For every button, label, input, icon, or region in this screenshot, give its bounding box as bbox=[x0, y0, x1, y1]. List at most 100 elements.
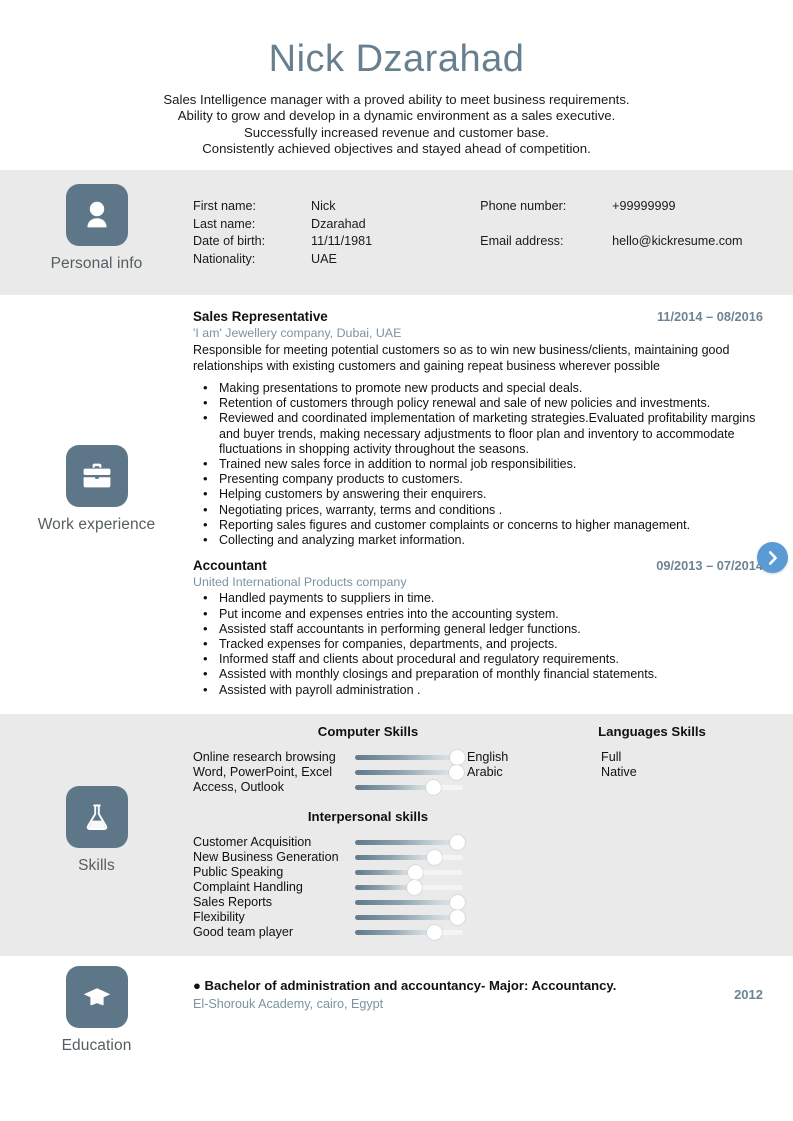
job-bullet: Reporting sales figures and customer com… bbox=[193, 517, 763, 533]
job-date-range: 09/2013 – 07/2014 bbox=[656, 558, 763, 574]
education-school: El-Shorouk Academy, cairo, Egypt bbox=[193, 996, 384, 1011]
language-label: Arabic bbox=[467, 765, 503, 780]
job-bullet: Assisted with payroll administration . bbox=[193, 682, 763, 698]
field-value-nationality: UAE bbox=[311, 251, 337, 266]
interpersonal-skills-list: Customer Acquisition New Business Genera… bbox=[193, 834, 793, 940]
field-value-first-name: Nick bbox=[311, 199, 336, 214]
job-bullet: Collecting and analyzing market informat… bbox=[193, 532, 763, 548]
slider-fill bbox=[355, 899, 458, 906]
skill-level-slider[interactable] bbox=[355, 849, 463, 865]
computer-skills-heading: Computer Skills bbox=[317, 723, 419, 739]
resume-page: Nick Dzarahad Sales Intelligence manager… bbox=[0, 0, 793, 1121]
skill-row: Sales Reports bbox=[193, 894, 793, 910]
field-label-phone-number: Phone number: bbox=[480, 199, 567, 214]
profile-summary: Sales Intelligence manager with a proved… bbox=[0, 92, 793, 158]
field-label-nationality: Nationality: bbox=[193, 251, 256, 266]
slider-knob[interactable] bbox=[426, 779, 442, 795]
slider-knob[interactable] bbox=[450, 749, 466, 765]
slider-knob[interactable] bbox=[407, 864, 423, 880]
skill-row: New Business Generation bbox=[193, 849, 793, 865]
skill-label: Access, Outlook bbox=[193, 780, 284, 795]
field-label-date-of-birth: Date of birth: bbox=[193, 234, 266, 249]
skill-level-slider[interactable] bbox=[355, 779, 463, 795]
skill-label: Flexibility bbox=[193, 910, 245, 925]
person-icon bbox=[65, 184, 128, 247]
sidebar-education: Education bbox=[0, 956, 193, 1055]
language-row: Native bbox=[601, 765, 793, 780]
field-label-first-name: First name: bbox=[193, 199, 256, 214]
field-value-date-of-birth: 11/11/1981 bbox=[311, 234, 373, 249]
interpersonal-skills-heading: Interpersonal skills bbox=[307, 808, 429, 824]
job-bullet: Retention of customers through policy re… bbox=[193, 395, 763, 411]
job-company: 'I am' Jewellery company, Dubai, UAE bbox=[193, 326, 402, 341]
slider-knob[interactable] bbox=[427, 924, 443, 940]
slider-fill bbox=[355, 854, 435, 861]
section-personal-info: Personal info First name: Nick Last name… bbox=[0, 170, 793, 296]
skill-level-slider[interactable] bbox=[355, 834, 466, 850]
language-row: Full bbox=[601, 750, 793, 765]
slider-fill bbox=[355, 839, 458, 846]
field-value-phone-number: +99999999 bbox=[612, 199, 676, 214]
resume-header: Nick Dzarahad Sales Intelligence manager… bbox=[0, 0, 793, 171]
sidebar-skills: Skills bbox=[0, 714, 193, 875]
page-title: Nick Dzarahad bbox=[268, 38, 525, 80]
personal-info-left-fields: First name: Nick Last name: Dzarahad Dat… bbox=[193, 198, 372, 267]
slider-knob[interactable] bbox=[450, 834, 466, 850]
slider-fill bbox=[355, 884, 415, 891]
skill-label: Public Speaking bbox=[193, 865, 284, 880]
field-label-email-address: Email address: bbox=[480, 234, 564, 249]
sidebar-label-personal-info: Personal info bbox=[50, 255, 143, 273]
job-bullet-list: Handled payments to suppliers in time. P… bbox=[193, 590, 763, 698]
work-experience-content: Sales Representative 11/2014 – 08/2016 '… bbox=[193, 295, 793, 714]
skill-level-slider[interactable] bbox=[355, 894, 466, 910]
briefcase-icon bbox=[65, 445, 128, 508]
job-entry: Sales Representative 11/2014 – 08/2016 '… bbox=[193, 309, 763, 548]
skill-row: Access, Outlook bbox=[193, 779, 543, 795]
sidebar-label-work-experience: Work experience bbox=[37, 516, 156, 534]
interpersonal-skills-group: Interpersonal skills Customer Acquisitio… bbox=[193, 809, 793, 940]
education-degree: ● Bachelor of administration and account… bbox=[193, 977, 617, 993]
slider-knob[interactable] bbox=[427, 849, 443, 865]
slider-fill bbox=[355, 929, 435, 936]
slider-knob[interactable] bbox=[450, 894, 466, 910]
education-year: 2012 bbox=[734, 987, 763, 1003]
skill-label: Customer Acquisition bbox=[193, 835, 312, 850]
next-page-button[interactable] bbox=[757, 542, 788, 573]
slider-knob[interactable] bbox=[450, 909, 466, 925]
skill-label: Complaint Handling bbox=[193, 880, 303, 895]
slider-fill bbox=[355, 754, 458, 761]
skill-level-slider[interactable] bbox=[355, 864, 463, 880]
language-skills-group: Languages Skills Full Native bbox=[543, 724, 793, 795]
job-bullet: Assisted staff accountants in performing… bbox=[193, 621, 763, 637]
job-company: United International Products company bbox=[193, 575, 407, 590]
slider-knob[interactable] bbox=[406, 879, 422, 895]
skill-label: Word, PowerPoint, Excel bbox=[193, 765, 333, 780]
skill-level-slider[interactable] bbox=[355, 924, 463, 940]
skill-level-slider[interactable] bbox=[355, 749, 466, 765]
skill-row: Complaint Handling bbox=[193, 879, 793, 895]
skill-row: Customer Acquisition bbox=[193, 834, 793, 850]
skill-label: Online research browsing bbox=[193, 750, 336, 765]
field-value-last-name: Dzarahad bbox=[311, 216, 366, 231]
chevron-right-icon bbox=[768, 550, 777, 565]
education-entry: ● Bachelor of administration and account… bbox=[193, 978, 633, 1012]
education-content: ● Bachelor of administration and account… bbox=[193, 956, 793, 1032]
computer-skills-group: Computer Skills Online research browsing… bbox=[193, 724, 543, 795]
personal-info-right-fields: Phone number: +99999999 Email address: h… bbox=[480, 198, 742, 267]
slider-fill bbox=[355, 769, 457, 776]
flask-icon bbox=[65, 785, 128, 848]
job-entry: Accountant 09/2013 – 07/2014 United Inte… bbox=[193, 558, 763, 697]
job-bullet: Put income and expenses entries into the… bbox=[193, 605, 763, 622]
job-title: Accountant bbox=[193, 558, 267, 574]
skill-level-slider[interactable] bbox=[355, 909, 466, 925]
sidebar-personal-info: Personal info bbox=[0, 170, 193, 273]
sidebar-label-education: Education bbox=[61, 1036, 132, 1054]
skill-level-slider[interactable] bbox=[355, 764, 465, 780]
sidebar-label-skills: Skills bbox=[78, 856, 115, 874]
skill-row: Word, PowerPoint, Excel Arabic bbox=[193, 764, 543, 780]
skill-row: Public Speaking bbox=[193, 864, 793, 880]
job-title: Sales Representative bbox=[193, 309, 328, 325]
language-label: English bbox=[467, 750, 509, 765]
slider-knob[interactable] bbox=[449, 764, 465, 780]
skill-level-slider[interactable] bbox=[355, 879, 463, 895]
